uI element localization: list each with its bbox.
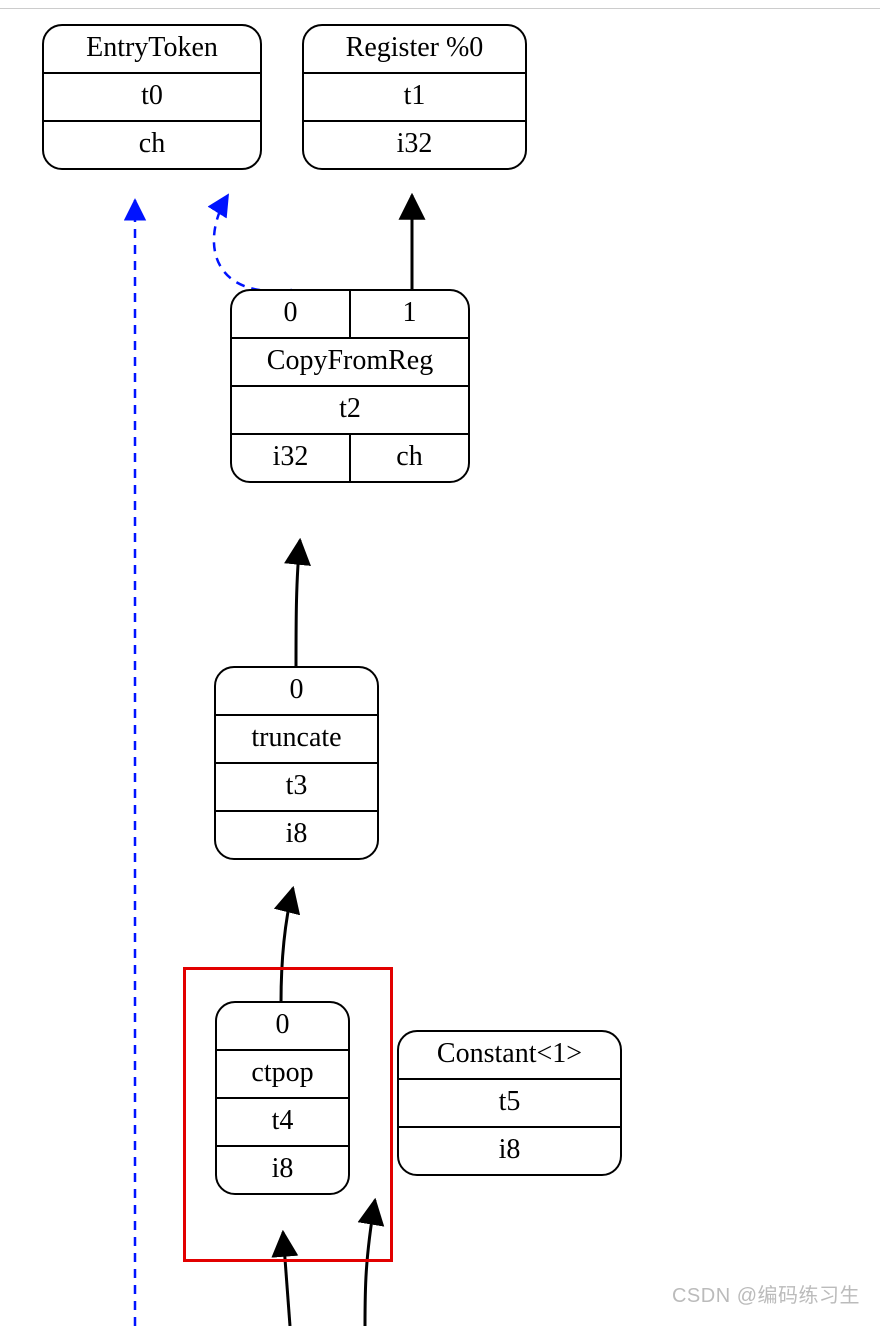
cfr-in0: 0 bbox=[232, 291, 349, 337]
watermark: CSDN @编码练习生 bbox=[672, 1279, 860, 1308]
trunc-type: i8 bbox=[216, 812, 377, 858]
cfr-op: CopyFromReg bbox=[232, 339, 468, 385]
cfr-out0: i32 bbox=[232, 435, 349, 481]
register-type: i32 bbox=[304, 122, 525, 168]
top-separator bbox=[0, 8, 880, 9]
entrytoken-title: EntryToken bbox=[44, 26, 260, 72]
trunc-id: t3 bbox=[216, 764, 377, 810]
cfr-out1: ch bbox=[349, 435, 468, 481]
node-constant: Constant<1> t5 i8 bbox=[397, 1030, 622, 1176]
ctpop-id: t4 bbox=[217, 1099, 348, 1145]
edge-trunc-cfr bbox=[296, 540, 300, 668]
ctpop-type: i8 bbox=[217, 1147, 348, 1193]
register-title: Register %0 bbox=[304, 26, 525, 72]
trunc-in0: 0 bbox=[216, 668, 377, 714]
cfr-in1: 1 bbox=[349, 291, 468, 337]
ctpop-op: ctpop bbox=[217, 1051, 348, 1097]
node-register: Register %0 t1 i32 bbox=[302, 24, 527, 170]
register-id: t1 bbox=[304, 74, 525, 120]
node-entrytoken: EntryToken t0 ch bbox=[42, 24, 262, 170]
node-copyfromreg: 0 1 CopyFromReg t2 i32 ch bbox=[230, 289, 470, 483]
const-id: t5 bbox=[399, 1080, 620, 1126]
node-truncate: 0 truncate t3 i8 bbox=[214, 666, 379, 860]
trunc-op: truncate bbox=[216, 716, 377, 762]
const-title: Constant<1> bbox=[399, 1032, 620, 1078]
node-ctpop: 0 ctpop t4 i8 bbox=[215, 1001, 350, 1195]
cfr-id: t2 bbox=[232, 387, 468, 433]
entrytoken-id: t0 bbox=[44, 74, 260, 120]
const-type: i8 bbox=[399, 1128, 620, 1174]
edge-cfr0-entry bbox=[214, 195, 292, 291]
ctpop-in0: 0 bbox=[217, 1003, 348, 1049]
entrytoken-type: ch bbox=[44, 122, 260, 168]
